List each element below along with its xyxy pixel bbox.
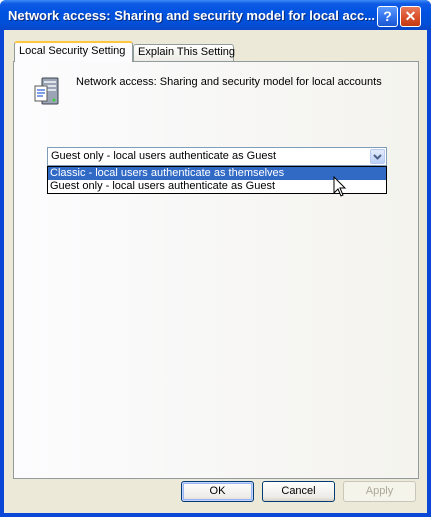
window-title: Network access: Sharing and security mod… <box>8 8 376 23</box>
help-button[interactable]: ? <box>377 6 398 27</box>
apply-button[interactable]: Apply <box>343 481 416 502</box>
cancel-button[interactable]: Cancel <box>262 481 335 502</box>
mouse-pointer-icon <box>333 176 347 197</box>
close-button[interactable]: ✕ <box>400 6 421 27</box>
ok-button[interactable]: OK <box>181 481 254 502</box>
policy-server-icon <box>34 77 59 105</box>
policy-name: Network access: Sharing and security mod… <box>76 76 382 88</box>
tab-local-security-setting[interactable]: Local Security Setting <box>14 41 133 62</box>
tab-panel: Network access: Sharing and security mod… <box>13 61 419 479</box>
select-value: Guest only - local users authenticate as… <box>51 150 277 162</box>
chevron-down-icon <box>373 154 382 160</box>
dropdown-arrow-button[interactable] <box>370 149 385 164</box>
tab-explain-this-setting[interactable]: Explain This Setting <box>133 44 235 61</box>
dialog-client-area: Local Security Setting Explain This Sett… <box>4 30 427 513</box>
security-model-select[interactable]: Guest only - local users authenticate as… <box>47 147 387 166</box>
dialog-window: Network access: Sharing and security mod… <box>0 0 431 517</box>
title-bar[interactable]: Network access: Sharing and security mod… <box>0 0 431 30</box>
